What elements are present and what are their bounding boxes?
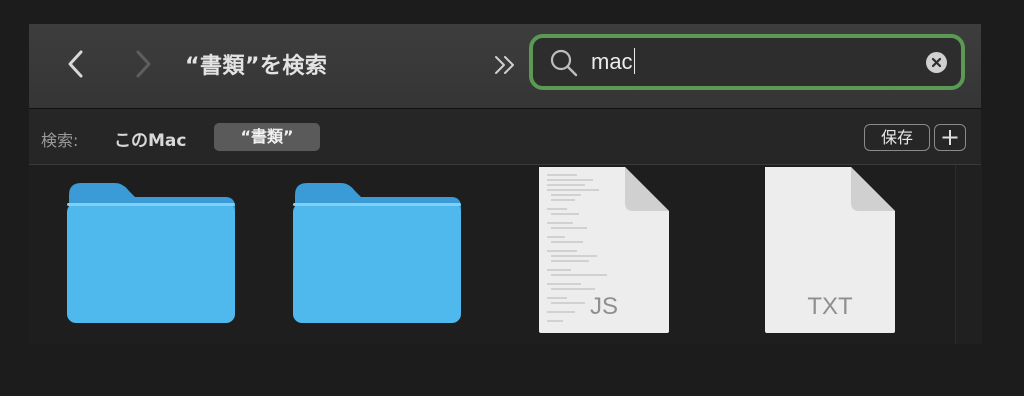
add-criteria-button[interactable] [934,124,966,151]
file-extension-label: JS [589,293,618,320]
result-item-folder[interactable] [65,179,237,325]
scope-label: 検索: [41,131,79,150]
clear-x-icon [931,57,942,68]
vertical-scrollbar[interactable] [955,165,982,344]
magnifier-icon [550,49,578,77]
plus-icon [942,130,958,145]
text-caret [633,48,636,74]
toolbar: “書類”を検索 mac [29,24,981,109]
result-item-txt-file[interactable]: TXT [763,165,897,335]
folder-icon [293,183,461,323]
chevron-right-icon [136,50,151,78]
search-input[interactable]: mac [591,48,636,75]
save-search-button[interactable]: 保存 [864,124,930,151]
toolbar-overflow-button[interactable] [491,50,521,80]
results-grid: JS TXT [29,165,982,344]
scope-this-mac-button[interactable]: このMac [114,126,186,151]
folder-icon [67,183,235,323]
back-button[interactable] [57,44,97,84]
result-item-folder[interactable] [291,179,463,325]
chevron-left-icon [68,50,83,78]
double-chevron-right-icon [495,56,514,74]
window-title: “書類”を検索 [185,54,328,79]
search-input-value: mac [591,49,633,74]
finder-window: “書類”を検索 mac 検索: このMac “書類” 保存 JS TXT [29,24,982,344]
result-item-js-file[interactable]: JS [537,165,671,335]
clear-search-button[interactable] [926,52,947,73]
forward-button[interactable] [122,44,162,84]
search-scope-bar: 検索: このMac “書類” 保存 [29,109,981,165]
scope-documents-button[interactable]: “書類” [214,123,320,151]
search-field[interactable]: mac [529,34,965,90]
file-extension-label: TXT [807,293,853,320]
